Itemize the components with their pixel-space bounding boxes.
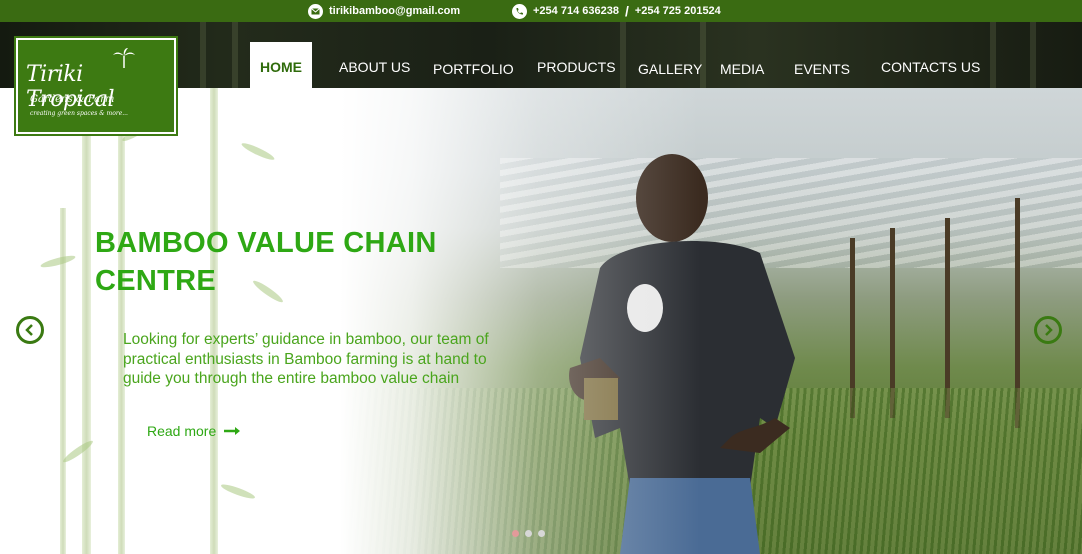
bamboo-decor [210,88,218,554]
envelope-icon [308,3,323,19]
nav-item-media[interactable]: MEDIA [720,44,764,90]
slider-dot[interactable] [512,530,519,537]
top-contact-bar: tirikibamboo@gmail.com +254 714 636238 /… [0,0,1082,22]
header-bamboo-decor [990,22,996,88]
nav-item-portfolio[interactable]: PORTFOLIO [433,44,514,90]
site-logo[interactable]: Tiriki Tropical Gardens & Farm creating … [16,38,176,134]
header-bamboo-decor [232,22,238,88]
logo-subtitle: Gardens & Farm [30,94,115,105]
bamboo-decor [82,88,91,554]
header-bamboo-decor [1030,22,1036,88]
phone-contact: +254 714 636238 / +254 725 201524 [512,0,721,22]
phone-separator: / [624,3,629,19]
slider-dot[interactable] [525,530,532,537]
email-text[interactable]: tirikibamboo@gmail.com [329,5,460,17]
hero-description: Looking for experts’ guidance in bamboo,… [123,331,489,387]
hero-title: BAMBOO VALUE CHAIN CENTRE [95,227,437,297]
nav-item-home[interactable]: HOME [250,42,312,88]
header-bamboo-decor [620,22,626,88]
phone-number-1[interactable]: +254 714 636238 [533,5,619,17]
slider-pagination [512,530,545,537]
hero-slider: BAMBOO VALUE CHAIN CENTRE Looking for ex… [0,88,1082,554]
logo-tagline: creating green spaces & more... [30,110,128,117]
nav-item-about-us[interactable]: ABOUT US [339,42,410,88]
nav-item-products[interactable]: PRODUCTS [537,42,616,88]
read-more-label[interactable]: Read more [147,423,216,439]
phone-icon [512,3,527,19]
leaf-decor [219,482,257,501]
chevron-left-icon [25,324,33,336]
nav-item-contacts-us[interactable]: CONTACTS US [881,42,980,88]
slider-next-button[interactable] [1034,316,1062,344]
header-bamboo-decor [200,22,206,88]
nav-item-gallery[interactable]: GALLERY [638,44,702,90]
email-contact[interactable]: tirikibamboo@gmail.com [308,0,460,22]
chevron-right-icon [1045,324,1053,336]
slider-prev-button[interactable] [16,316,44,344]
read-more-link[interactable]: Read more [147,423,242,439]
leaf-decor [240,140,276,163]
phone-number-2[interactable]: +254 725 201524 [635,5,721,17]
nav-item-events[interactable]: EVENTS [794,44,850,90]
slider-dot[interactable] [538,530,545,537]
arrow-right-icon [224,427,241,435]
photo-fade-overlay [340,88,700,554]
leaf-decor [39,253,77,270]
